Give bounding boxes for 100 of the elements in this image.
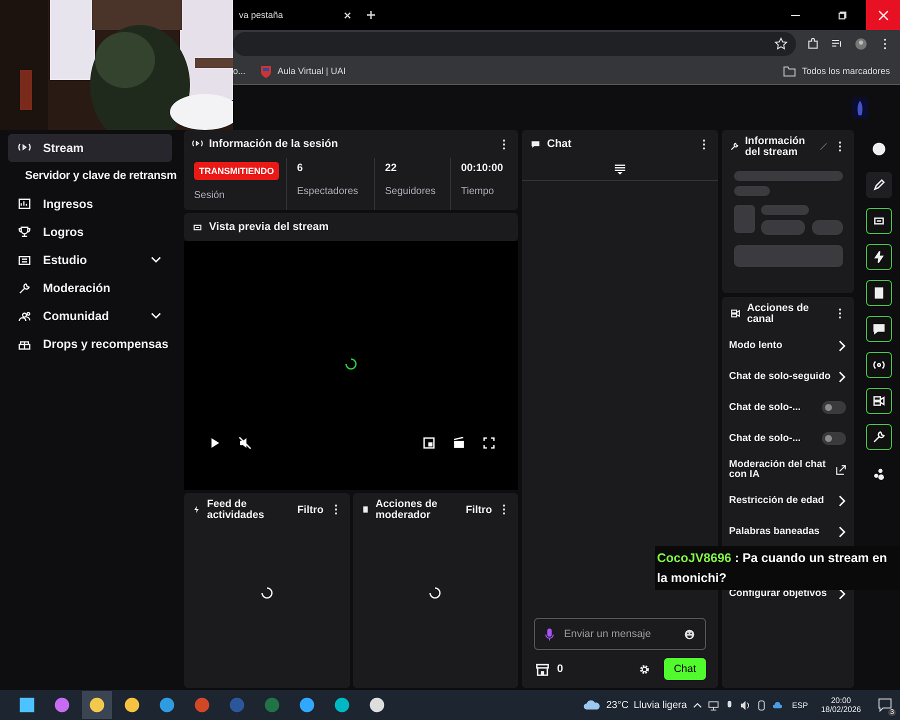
toggle-switch[interactable]: [822, 432, 846, 445]
chevron-right-icon[interactable]: [838, 526, 846, 538]
action-label[interactable]: Chat de solo-...: [729, 402, 822, 412]
broadcast-icon: [192, 138, 203, 150]
filter-button[interactable]: Filtro: [466, 504, 492, 516]
theatre-icon[interactable]: [452, 436, 466, 450]
tab-title: va pestaña: [239, 10, 284, 20]
panel-title: Información de la sesión: [209, 138, 339, 150]
action-label[interactable]: Modo lento: [729, 340, 838, 350]
toggle-switch[interactable]: [822, 401, 846, 414]
chat-message: CocoJV8696 : Pa cuando un stream en la monichi?: [657, 551, 887, 585]
close-icon[interactable]: [343, 10, 352, 20]
trophy-icon: [18, 226, 31, 238]
clock-date: 18/02/2026: [820, 705, 861, 714]
sidebar-item[interactable]: Comunidad: [8, 302, 172, 330]
sidebar-item[interactable]: Stream: [8, 134, 172, 162]
more-icon[interactable]: [702, 138, 706, 150]
loading-spinner-icon: [428, 586, 442, 600]
action-label[interactable]: Moderación del chat con IA: [729, 460, 836, 480]
panel-title: Acciones de moderador: [376, 499, 438, 520]
sidebar-item[interactable]: Servidor y clave de retransm: [8, 162, 180, 190]
activity-icon[interactable]: [866, 388, 892, 414]
sidebar-item[interactable]: Estudio: [8, 246, 172, 274]
filter-icon[interactable]: [614, 164, 626, 174]
stat-value: 22: [385, 162, 398, 174]
sidebar-item[interactable]: Drops y recompensas: [8, 330, 172, 358]
lightning-icon[interactable]: [866, 244, 892, 270]
panel-title: Información del stream: [745, 136, 806, 157]
avatar-icon[interactable]: [854, 37, 868, 51]
restore-icon[interactable]: [837, 10, 848, 20]
studio-icon: [18, 254, 31, 266]
monitor-icon[interactable]: [708, 700, 719, 710]
panel-title: Vista previa del stream: [209, 222, 330, 232]
chevron-right-icon[interactable]: [838, 588, 846, 600]
panel-title: Acciones de canal: [747, 303, 810, 324]
chevron-right-icon[interactable]: [838, 494, 846, 506]
action-label[interactable]: Chat de solo-...: [729, 434, 822, 444]
more-icon[interactable]: [838, 308, 842, 319]
message-field[interactable]: Enviar un mensaje: [534, 618, 706, 650]
message-input[interactable]: Enviar un mensaje: [562, 627, 676, 641]
lightning-icon: [192, 505, 201, 514]
chevron-right-icon[interactable]: [838, 340, 846, 352]
panel-title: Chat: [547, 138, 572, 150]
puzzle-icon[interactable]: [806, 37, 820, 51]
more-icon[interactable]: [334, 504, 338, 515]
note-icon[interactable]: [866, 280, 892, 306]
chat-button[interactable]: Chat: [664, 658, 706, 680]
sidebar-item[interactable]: Logros: [8, 218, 172, 246]
clock-time: 20:00: [830, 696, 851, 705]
avatar-icon[interactable]: [852, 96, 868, 118]
new-tab-icon[interactable]: [366, 10, 376, 20]
fullscreen-icon[interactable]: [482, 436, 496, 450]
cloud-icon: [583, 699, 602, 711]
speaker-icon[interactable]: [740, 700, 751, 710]
star-icon[interactable]: [774, 37, 788, 51]
speech-bubble-icon: [878, 698, 892, 712]
all-bookmarks-button[interactable]: Todos los marcadores: [782, 66, 890, 76]
wrench-icon: [730, 142, 739, 151]
action-label[interactable]: Palabras baneadas: [729, 526, 838, 536]
emoji-icon[interactable]: [684, 628, 695, 640]
loading-spinner-icon: [344, 357, 358, 371]
broadcast-icon[interactable]: [866, 352, 892, 378]
points-count: 0: [557, 663, 564, 675]
more-icon[interactable]: [502, 504, 506, 515]
filter-button[interactable]: Filtro: [297, 504, 324, 516]
speech-bubble-icon[interactable]: [866, 316, 892, 342]
temperature: 23°C: [606, 700, 629, 710]
live-badge: TRANSMITIENDO: [194, 162, 279, 180]
action-label[interactable]: Restricción de edad: [729, 496, 838, 506]
panel-title: Feed de actividades: [207, 499, 266, 520]
weather-text: Lluvia ligera: [634, 700, 687, 710]
sidebar-item[interactable]: Moderación: [8, 274, 172, 302]
bookmark[interactable]: Aula Virtual | UAI: [260, 64, 346, 78]
picture-in-picture-icon[interactable]: [422, 436, 436, 450]
action-label[interactable]: Chat de solo-seguido: [729, 372, 838, 382]
people-icon: [18, 310, 31, 322]
stat-label: Sesión: [194, 190, 226, 201]
language-indicator[interactable]: ESP: [792, 700, 808, 710]
more-icon[interactable]: [502, 138, 506, 150]
stat-label: Espectadores: [297, 186, 360, 197]
action-label[interactable]: Configurar objetivos: [729, 588, 838, 598]
settings-icon[interactable]: [638, 664, 650, 674]
wrench-icon[interactable]: [866, 424, 892, 450]
stat-label: Seguidores: [385, 186, 437, 197]
more-icon[interactable]: [838, 141, 842, 152]
camera-frame-icon[interactable]: [866, 208, 892, 234]
muted-speaker-icon[interactable]: [238, 436, 252, 450]
stat-label: Tiempo: [461, 186, 495, 197]
wrench-icon: [18, 282, 31, 294]
cloud-icon[interactable]: [772, 700, 783, 710]
note-icon: [360, 505, 370, 514]
stat-value: 6: [297, 162, 304, 174]
camera-icon[interactable]: [756, 700, 767, 710]
sidebar-item[interactable]: Ingresos: [8, 190, 172, 218]
external-link-icon[interactable]: [836, 464, 846, 474]
close-button[interactable]: [866, 0, 900, 30]
chevron-right-icon[interactable]: [838, 370, 846, 382]
bar-chart-icon: [18, 198, 31, 210]
bookmark[interactable]: o...: [233, 66, 246, 76]
speech-bubble-icon: [530, 138, 541, 150]
